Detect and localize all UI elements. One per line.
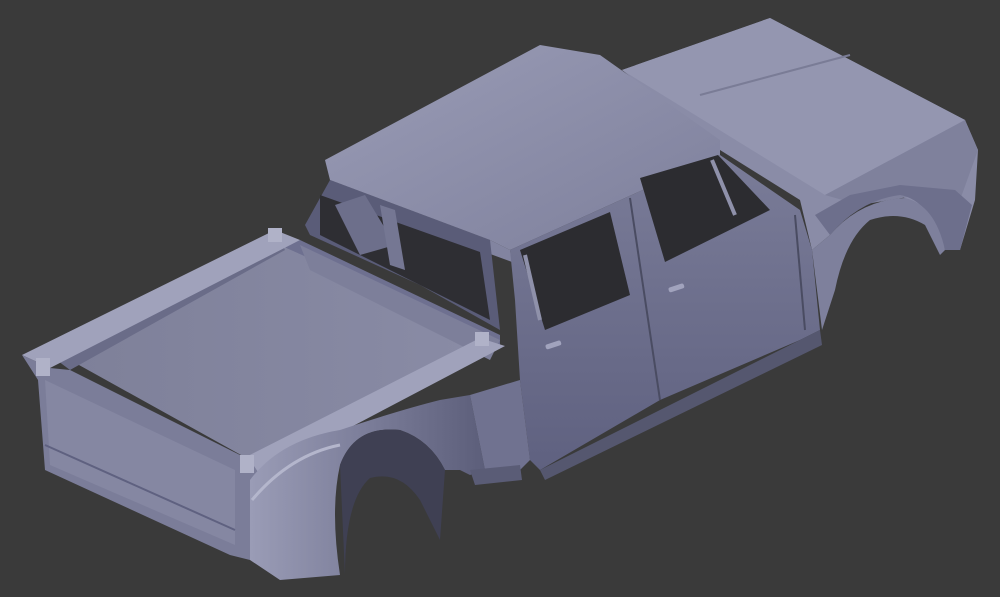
truck-model-render bbox=[22, 18, 978, 580]
3d-viewport[interactable] bbox=[0, 0, 1000, 597]
side-step bbox=[470, 380, 530, 485]
